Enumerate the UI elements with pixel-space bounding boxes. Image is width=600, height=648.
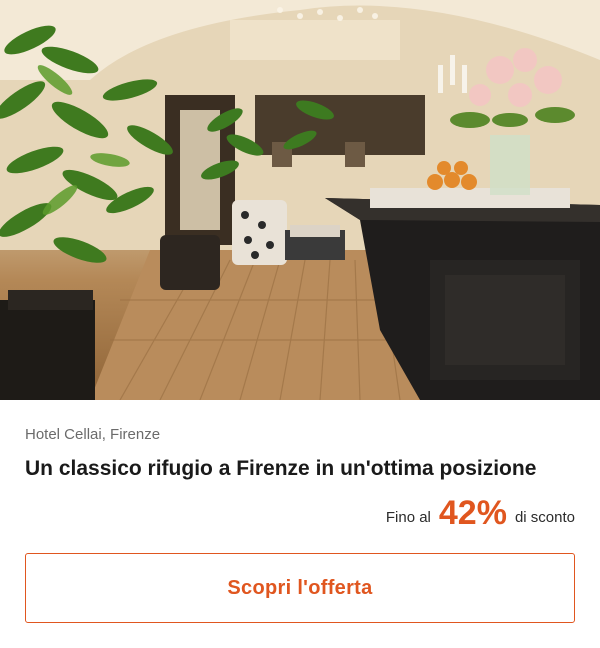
discount-suffix: di sconto [514,509,575,526]
hotel-photo[interactable] [0,0,600,400]
discount-percentage: 42% [438,494,507,532]
discount-row: Fino al 42% di sconto [25,488,575,532]
offer-info: Hotel Cellai, Firenze Un classico rifugi… [0,426,600,532]
hotel-lounge-illustration [0,0,600,400]
discover-offer-label: Scopri l'offerta [227,576,373,599]
hotel-location: Hotel Cellai, Firenze [25,426,161,443]
offer-title[interactable]: Un classico rifugio a Firenze in un'otti… [25,456,575,482]
discount-prefix: Fino al [385,509,431,526]
offer-card[interactable]: Hotel Cellai, Firenze Un classico rifugi… [0,0,600,648]
discover-offer-button[interactable]: Scopri l'offerta [25,553,575,623]
